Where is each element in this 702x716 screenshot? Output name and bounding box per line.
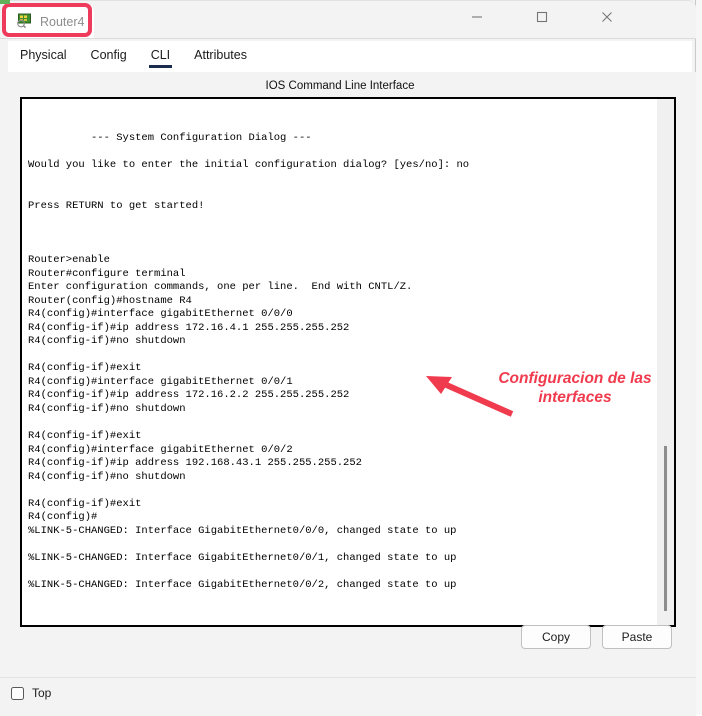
top-checkbox-label: Top xyxy=(32,686,52,700)
tab-physical[interactable]: Physical xyxy=(20,41,67,62)
minimize-icon xyxy=(472,15,482,18)
copy-button[interactable]: Copy xyxy=(521,625,591,649)
tab-attributes[interactable]: Attributes xyxy=(194,41,247,62)
router-icon xyxy=(16,13,33,29)
cli-panel: IOS Command Line Interface --- System Co… xyxy=(0,72,696,677)
window-title-tab[interactable]: Router4 xyxy=(6,5,94,38)
bottom-bar: Top xyxy=(0,677,696,716)
titlebar-divider xyxy=(0,38,696,39)
close-icon xyxy=(602,11,612,22)
window-scrollbar[interactable] xyxy=(696,0,702,715)
terminal-text: --- System Configuration Dialog --- Woul… xyxy=(28,132,470,592)
title-bar: Router4 xyxy=(0,0,696,39)
window-title: Router4 xyxy=(40,14,85,29)
terminal-scrollbar-thumb[interactable] xyxy=(664,446,667,611)
router-cli-window: Router4 Physical Config CLI Attributes I… xyxy=(0,0,696,716)
panel-caption: IOS Command Line Interface xyxy=(265,80,415,92)
top-checkbox[interactable] xyxy=(11,686,24,700)
desktop-edge-sliver xyxy=(0,0,10,4)
terminal-scrollbar[interactable] xyxy=(657,99,674,625)
top-checkbox-row[interactable]: Top xyxy=(11,686,51,700)
minimize-button[interactable] xyxy=(454,1,500,32)
maximize-button[interactable] xyxy=(519,1,565,32)
tab-config[interactable]: Config xyxy=(91,41,127,62)
paste-button[interactable]: Paste xyxy=(602,625,672,649)
close-button[interactable] xyxy=(584,1,630,32)
tab-strip: Physical Config CLI Attributes xyxy=(8,41,692,72)
maximize-icon xyxy=(536,11,548,22)
terminal-output-area[interactable]: --- System Configuration Dialog --- Woul… xyxy=(20,97,676,627)
tab-cli[interactable]: CLI xyxy=(148,41,173,68)
